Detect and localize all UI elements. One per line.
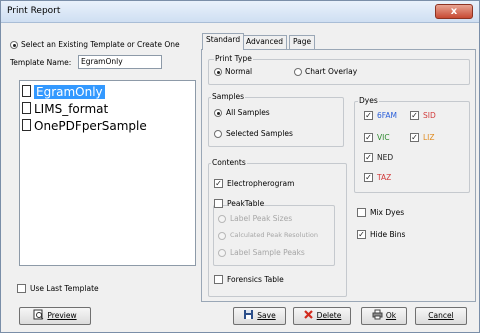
hide-bins-checkbox[interactable]: ✓: [357, 230, 366, 239]
mix-dyes-label: Mix Dyes: [370, 208, 405, 217]
document-icon: [22, 102, 31, 114]
peak-table-label: PeakTable: [227, 199, 265, 208]
select-existing-radio[interactable]: [10, 41, 18, 49]
dye-sid-checkbox[interactable]: ✓: [410, 111, 419, 120]
forensics-table-label: Forensics Table: [227, 275, 284, 284]
tab-standard[interactable]: Standard: [202, 33, 245, 50]
select-existing-label: Select an Existing Template or Create On…: [21, 40, 180, 49]
preview-icon: [33, 309, 44, 320]
ok-button[interactable]: Ok: [361, 307, 407, 325]
save-icon: [244, 310, 254, 319]
template-list-item[interactable]: EgramOnly: [22, 85, 105, 101]
template-list-item[interactable]: OnePDFperSample: [22, 119, 147, 135]
peak-option-3-radio[interactable]: [218, 249, 226, 257]
normal-label: Normal: [225, 67, 253, 76]
peak-option-2-label: Calculated Peak Resolution: [230, 231, 319, 239]
all-samples-label: All Samples: [226, 108, 270, 117]
mix-dyes-checkbox[interactable]: [357, 208, 366, 217]
dye-taz-checkbox[interactable]: ✓: [364, 173, 373, 182]
template-name-input[interactable]: EgramOnly: [78, 55, 162, 69]
all-samples-radio[interactable]: [214, 109, 222, 117]
peak-option-1-label: Label Peak Sizes: [230, 214, 293, 223]
preview-button[interactable]: Preview: [19, 307, 91, 325]
template-list[interactable]: EgramOnly LIMS_format OnePDFperSample: [19, 80, 196, 266]
normal-radio[interactable]: [214, 68, 222, 76]
document-icon: [22, 119, 31, 131]
contents-label: Contents: [211, 158, 247, 167]
electropherogram-label: Electropherogram: [227, 179, 295, 188]
peak-table-checkbox[interactable]: [214, 199, 223, 208]
dye-6fam-checkbox[interactable]: ✓: [364, 111, 373, 120]
samples-label: Samples: [211, 92, 246, 101]
title-bar: Print Report x: [1, 1, 479, 23]
selected-samples-label: Selected Samples: [226, 129, 293, 138]
template-list-item[interactable]: LIMS_format: [22, 102, 108, 118]
samples-group: [208, 97, 344, 147]
forensics-table-checkbox[interactable]: [214, 275, 223, 284]
print-report-window: Print Report x Select an Existing Templa…: [0, 0, 480, 333]
selected-samples-radio[interactable]: [214, 130, 222, 138]
close-button[interactable]: x: [435, 4, 473, 19]
dye-sid-label: SID: [423, 111, 436, 120]
peak-option-3-label: Label Sample Peaks: [230, 248, 305, 257]
dye-liz-label: LIZ: [423, 133, 435, 142]
delete-button[interactable]: Delete: [293, 307, 351, 325]
peak-option-1-radio[interactable]: [218, 215, 226, 223]
document-icon: [22, 85, 31, 97]
peak-option-2-radio[interactable]: [218, 232, 226, 240]
print-type-label: Print Type: [214, 54, 253, 63]
delete-icon: [303, 310, 313, 319]
dye-ned-label: NED: [377, 153, 394, 162]
printer-icon: [372, 309, 383, 320]
dye-vic-checkbox[interactable]: ✓: [364, 133, 373, 142]
chart-overlay-radio[interactable]: [294, 68, 302, 76]
dye-vic-label: VIC: [377, 133, 390, 142]
use-last-template-label: Use Last Template: [30, 284, 99, 293]
save-button[interactable]: Save: [233, 307, 286, 325]
dye-liz-checkbox[interactable]: ✓: [410, 133, 419, 142]
hide-bins-label: Hide Bins: [370, 230, 406, 239]
use-last-template-checkbox[interactable]: [17, 284, 26, 293]
dye-6fam-label: 6FAM: [377, 111, 397, 120]
dye-taz-label: TAZ: [377, 173, 392, 182]
cancel-button[interactable]: Cancel: [415, 307, 467, 325]
electropherogram-checkbox[interactable]: ✓: [214, 179, 223, 188]
dye-ned-checkbox[interactable]: ✓: [364, 153, 373, 162]
dyes-label: Dyes: [358, 96, 379, 105]
chart-overlay-label: Chart Overlay: [305, 67, 358, 76]
template-name-label: Template Name:: [10, 58, 72, 67]
tab-advanced[interactable]: Advanced: [242, 35, 288, 49]
tab-page[interactable]: Page: [289, 35, 316, 49]
window-title: Print Report: [7, 6, 61, 16]
